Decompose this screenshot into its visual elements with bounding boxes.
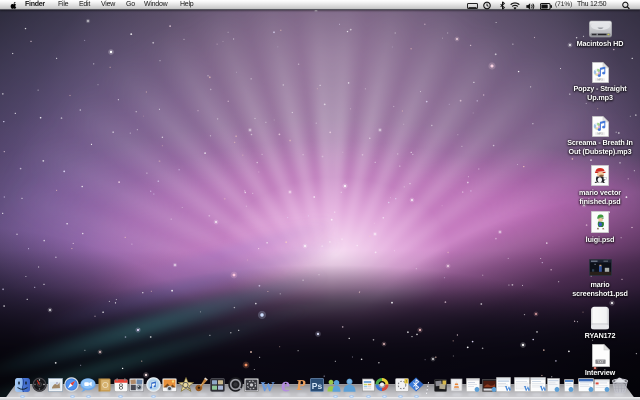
svg-text:w: w <box>540 383 546 392</box>
svg-text:TXT: TXT <box>597 360 603 364</box>
svg-text:MP3: MP3 <box>597 78 603 82</box>
svg-text:w: w <box>505 383 511 392</box>
svg-text:!: ! <box>406 379 407 384</box>
svg-text:P: P <box>296 378 307 392</box>
svg-text:8: 8 <box>119 383 124 392</box>
svg-text:e: e <box>281 378 290 392</box>
svg-text:w: w <box>260 378 275 392</box>
svg-text:Ps: Ps <box>312 381 323 391</box>
svg-text:MP3: MP3 <box>597 132 603 136</box>
